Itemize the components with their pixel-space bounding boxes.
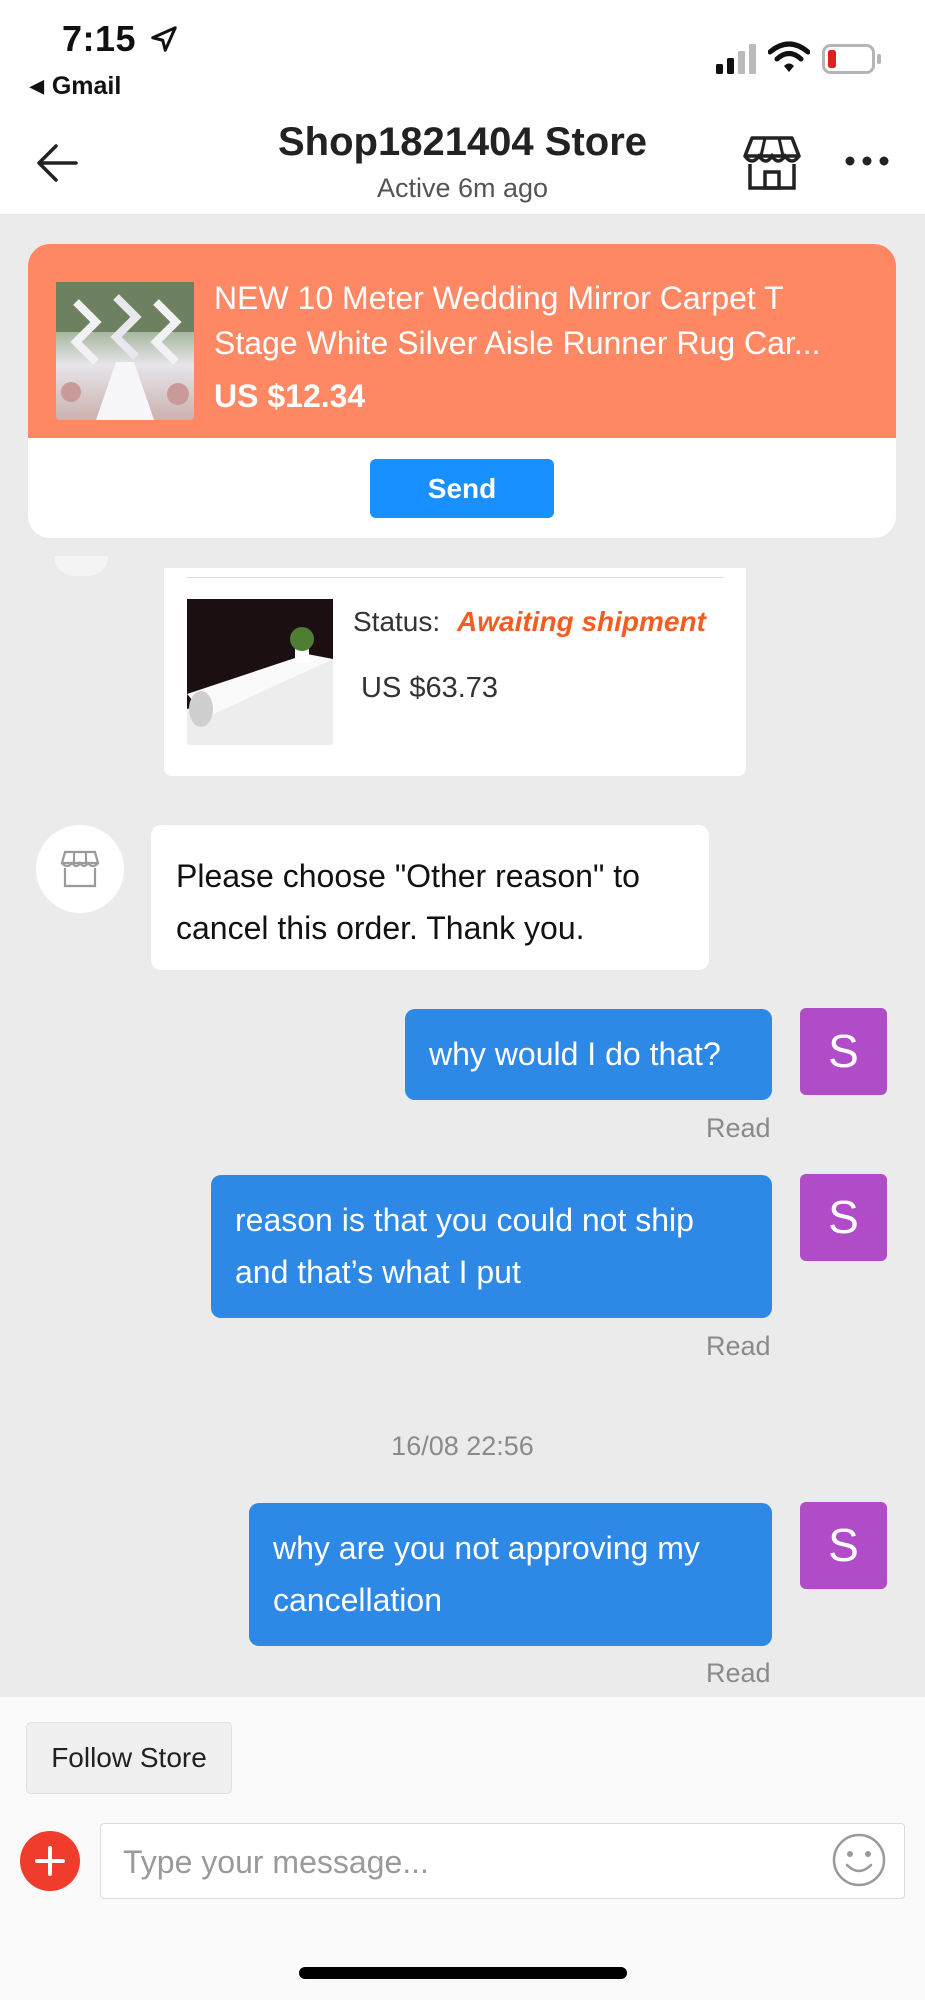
product-image: [56, 282, 194, 420]
battery-icon: [822, 44, 881, 74]
more-options-icon[interactable]: [844, 153, 890, 169]
store-avatar-icon: [60, 850, 100, 888]
follow-store-button[interactable]: Follow Store: [26, 1722, 232, 1794]
message-bubble-user: reason is that you could not ship and th…: [211, 1175, 772, 1318]
message-input[interactable]: [121, 1824, 825, 1900]
product-title: NEW 10 Meter Wedding Mirror Carpet T Sta…: [214, 280, 821, 361]
order-status-label: Status:: [353, 606, 441, 637]
read-receipt: Read: [706, 1113, 771, 1143]
message-text: why would I do that?: [429, 1036, 721, 1072]
add-attachment-button[interactable]: [20, 1831, 80, 1891]
send-product-button[interactable]: Send: [370, 459, 554, 518]
cellular-signal-icon: [716, 44, 756, 74]
plus-icon: [35, 1846, 65, 1876]
order-amount: US $63.73: [361, 672, 499, 704]
read-receipt: Read: [706, 1331, 771, 1361]
user-avatar[interactable]: S: [800, 1008, 887, 1095]
order-divider: [187, 577, 723, 578]
message-text: Please choose "Other reason" to cancel t…: [176, 858, 640, 946]
order-card[interactable]: Status: Awaiting shipment US $63.73: [164, 568, 746, 776]
message-input-box[interactable]: [100, 1823, 905, 1900]
back-app-label: Gmail: [51, 72, 122, 100]
message-bubble-store: Please choose "Other reason" to cancel t…: [151, 825, 709, 970]
message-bubble-user: why would I do that?: [405, 1009, 772, 1100]
message-bubble-user: why are you not approving my cancellatio…: [249, 1503, 772, 1646]
back-to-app-link[interactable]: ◀ Gmail: [30, 72, 121, 101]
user-avatar[interactable]: S: [800, 1174, 887, 1261]
message-text: reason is that you could not ship and th…: [235, 1202, 694, 1290]
order-status-value: Awaiting shipment: [457, 606, 706, 637]
location-arrow-icon: [150, 26, 177, 52]
user-avatar[interactable]: S: [800, 1502, 887, 1589]
status-time-text: 7:15: [62, 18, 137, 59]
message-text: why are you not approving my cancellatio…: [273, 1530, 700, 1618]
order-product-image: [187, 599, 333, 745]
wifi-icon: [768, 41, 810, 72]
product-price: US $12.34: [214, 378, 366, 414]
store-avatar[interactable]: [36, 825, 124, 913]
message-timestamp: 16/08 22:56: [391, 1431, 534, 1461]
product-share-card: NEW 10 Meter Wedding Mirror Carpet T Sta…: [28, 244, 896, 538]
status-time: 7:15: [62, 18, 179, 60]
read-receipt: Read: [706, 1658, 771, 1688]
store-avatar-partial: [54, 556, 108, 576]
store-icon[interactable]: [742, 134, 802, 192]
back-triangle-icon: ◀: [30, 76, 44, 96]
home-indicator[interactable]: [299, 1967, 627, 1979]
product-banner[interactable]: NEW 10 Meter Wedding Mirror Carpet T Sta…: [28, 244, 896, 438]
emoji-icon[interactable]: [831, 1832, 887, 1888]
